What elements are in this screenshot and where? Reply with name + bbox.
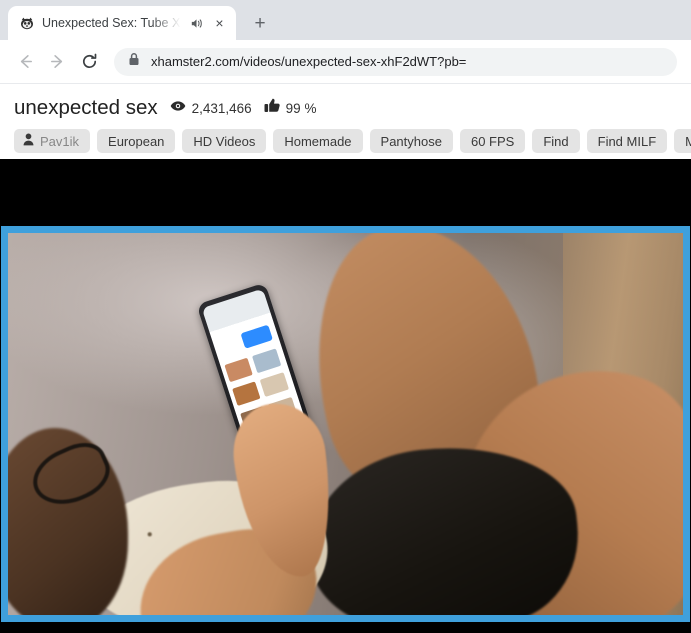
- chip-label: Find MILF: [597, 133, 657, 149]
- phone-screen-thumb: [224, 357, 253, 383]
- browser-tab-title: Unexpected Sex: Tube Xxx Se: [42, 16, 182, 30]
- tag-chip-row: Pav1ik European HD Videos Homemade Panty…: [0, 126, 691, 159]
- chip-label: Find: [543, 133, 569, 149]
- thumbs-up-icon: [264, 98, 280, 118]
- tab-close-icon[interactable]: ×: [211, 15, 228, 32]
- chip-tag[interactable]: Homemade: [273, 129, 363, 153]
- new-tab-button[interactable]: +: [246, 9, 274, 37]
- back-button[interactable]: [10, 47, 40, 77]
- chip-tag[interactable]: 60 FPS: [459, 129, 526, 153]
- speaker-playing-icon[interactable]: [189, 16, 204, 31]
- chip-tag[interactable]: MILF: [674, 129, 691, 153]
- chip-tag[interactable]: Find MILF: [586, 129, 668, 153]
- views-stat: 2,431,466: [170, 99, 252, 117]
- rating-percent: 99 %: [285, 100, 317, 116]
- chip-tag[interactable]: European: [97, 129, 176, 153]
- address-bar-url: xhamster2.com/videos/unexpected-sex-xhF2…: [151, 54, 467, 69]
- chip-tag[interactable]: HD Videos: [182, 129, 267, 153]
- phone-screen-button: [240, 324, 273, 349]
- chip-label: HD Videos: [193, 133, 256, 149]
- chip-tag[interactable]: Find: [532, 129, 580, 153]
- xhamster-favicon: [18, 15, 35, 32]
- eye-icon: [170, 99, 186, 117]
- chip-label: Pantyhose: [380, 133, 442, 149]
- chip-tag[interactable]: Pantyhose: [369, 129, 453, 153]
- chip-label: MILF: [685, 133, 691, 149]
- chip-uploader[interactable]: Pav1ik: [14, 129, 91, 153]
- user-icon: [23, 133, 34, 149]
- video-player[interactable]: Recording... 00:00:26: [0, 159, 691, 633]
- browser-tab[interactable]: Unexpected Sex: Tube Xxx Se ×: [8, 6, 236, 40]
- phone-screen-thumb: [260, 372, 289, 398]
- chip-label: European: [108, 133, 165, 149]
- browser-toolbar: xhamster2.com/videos/unexpected-sex-xhF2…: [0, 40, 691, 84]
- reload-button[interactable]: [74, 47, 104, 77]
- forward-button[interactable]: [42, 47, 72, 77]
- browser-tab-strip: Unexpected Sex: Tube Xxx Se × +: [0, 0, 691, 40]
- page-title: unexpected sex: [14, 96, 158, 119]
- chip-label: 60 FPS: [470, 133, 515, 149]
- phone-screen-thumb: [232, 381, 261, 407]
- video-frame: [8, 233, 683, 615]
- rating-stat: 99 %: [264, 98, 317, 118]
- views-count: 2,431,466: [191, 100, 252, 116]
- video-letterbox: [0, 159, 691, 233]
- phone-screen-thumb: [252, 348, 281, 374]
- chip-label: Homemade: [284, 133, 352, 149]
- padlock-icon: [128, 52, 140, 71]
- address-bar[interactable]: xhamster2.com/videos/unexpected-sex-xhF2…: [114, 47, 677, 76]
- chip-label: Pav1ik: [40, 133, 80, 149]
- page-content: unexpected sex 2,431,466 99 % Pav1ik Eur…: [0, 84, 691, 633]
- video-header: unexpected sex 2,431,466 99 %: [0, 84, 691, 126]
